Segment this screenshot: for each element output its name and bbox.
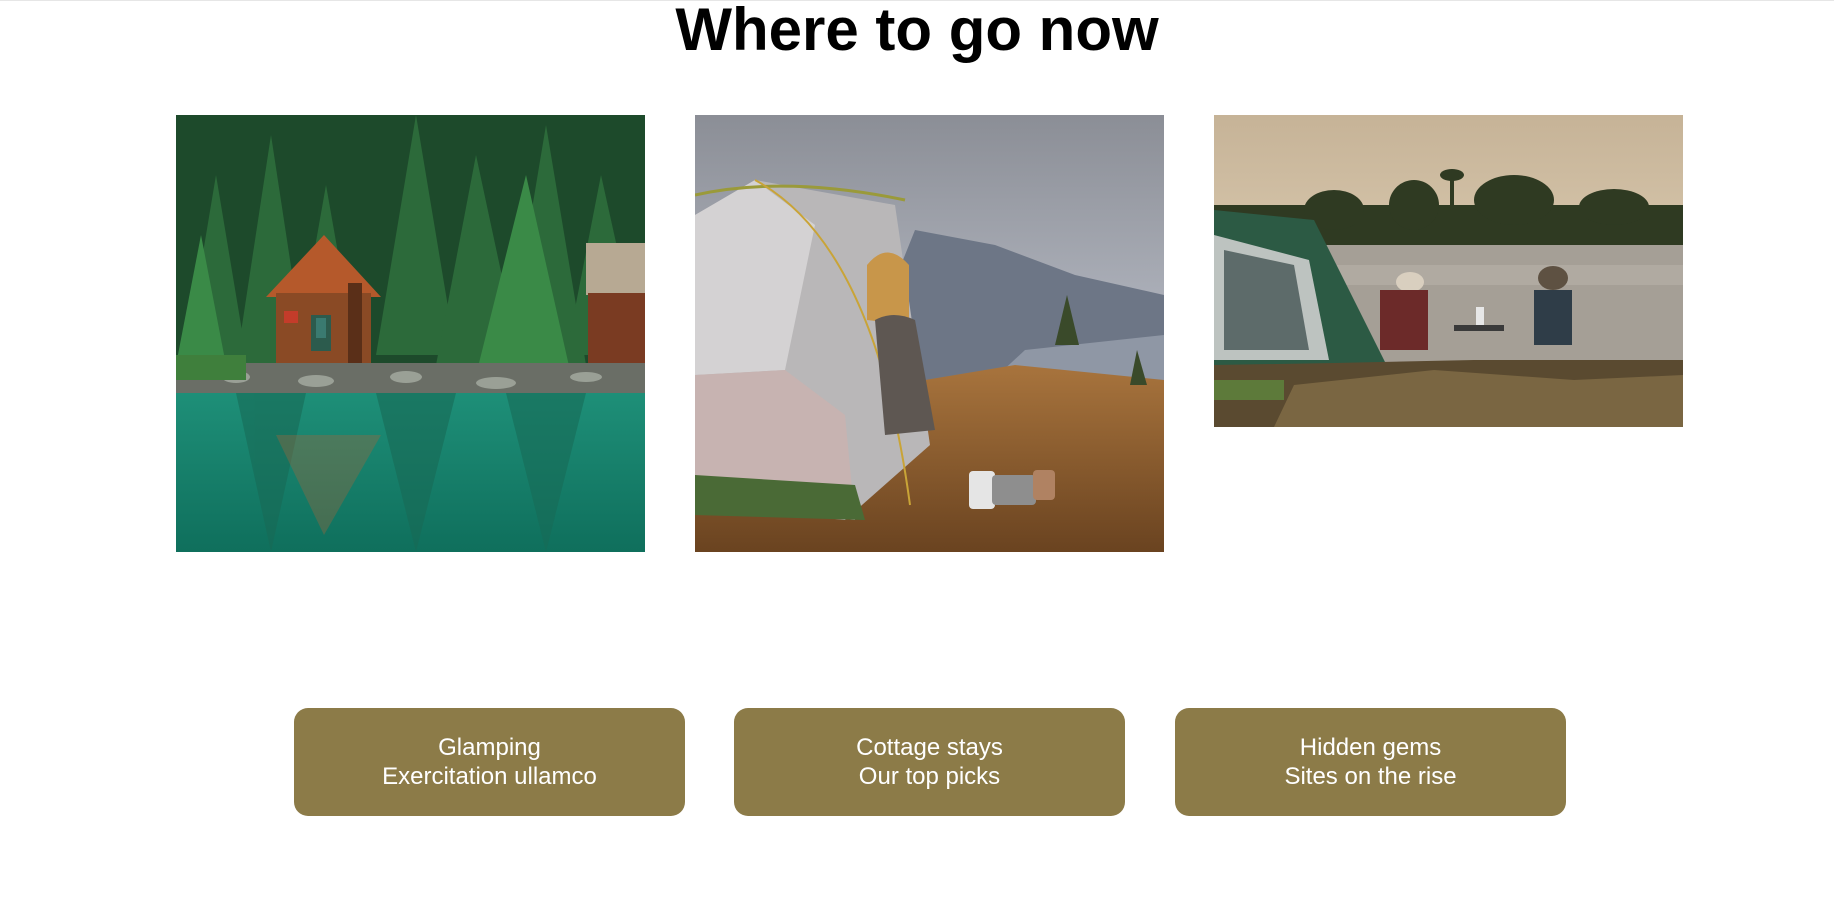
page: Where to go now Glamping Exercitation ul… (0, 0, 1834, 898)
glamping-button[interactable]: Glamping Exercitation ullamco (294, 708, 685, 816)
cottage-stays-button[interactable]: Cottage stays Our top picks (734, 708, 1125, 816)
glamping-button-title: Glamping (438, 734, 541, 761)
cottage-stays-button-title: Cottage stays (856, 734, 1003, 761)
cabin-lake-image (176, 115, 645, 552)
destination-image-lakeside[interactable] (1214, 115, 1683, 427)
page-title: Where to go now (675, 0, 1159, 63)
lakeside-camp-image (1214, 115, 1683, 427)
hidden-gems-button-subtitle: Sites on the rise (1284, 763, 1457, 790)
glamping-button-subtitle: Exercitation ullamco (382, 763, 597, 790)
tent-mountain-image (695, 115, 1164, 552)
cottage-stays-button-subtitle: Our top picks (858, 763, 1001, 790)
hidden-gems-button[interactable]: Hidden gems Sites on the rise (1175, 708, 1566, 816)
destination-image-tent[interactable] (695, 115, 1164, 552)
destination-image-cabin[interactable] (176, 115, 645, 552)
hidden-gems-button-title: Hidden gems (1299, 734, 1442, 761)
